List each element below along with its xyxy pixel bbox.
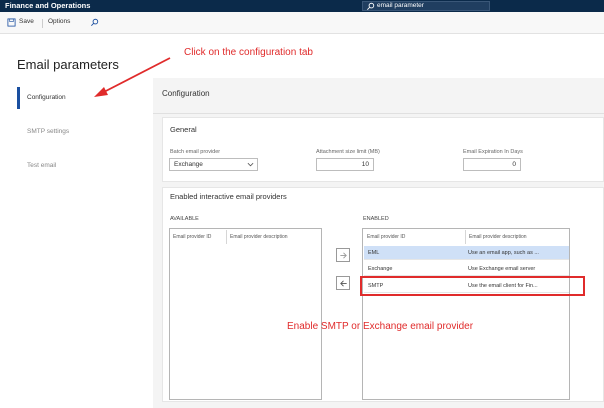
provider-description: Use an email app, such as ... [468,250,539,256]
find-icon[interactable] [90,18,99,27]
save-button-label: Save [19,18,34,25]
expiration-input[interactable]: 0 [463,158,521,171]
provider-id: Exchange [368,266,393,272]
app-title[interactable]: Finance and Operations [5,1,90,10]
table-row[interactable]: Exchange Use Exchange email server [364,262,569,276]
search-icon [367,2,375,10]
enabled-col-description[interactable]: Email provider description [469,234,527,240]
batch-provider-select[interactable]: Exchange [169,158,258,171]
provider-id: EML [368,250,380,256]
tab-test-email[interactable]: Test email [17,155,151,177]
available-label: AVAILABLE [170,216,199,222]
enabled-label: ENABLED [363,216,389,222]
arrow-right-icon [340,252,347,259]
enabled-grid[interactable]: Email provider ID Email provider descrip… [362,228,570,400]
tab-test-email-label: Test email [27,162,57,169]
expiration-value: 0 [512,161,516,168]
annotation-enable-provider: Enable SMTP or Exchange email provider [287,321,474,332]
search-box[interactable]: email parameter [362,1,490,11]
section-divider [153,113,604,114]
highlight-box [360,276,585,296]
available-col-id[interactable]: Email provider ID [173,234,211,240]
options-button[interactable]: Options [48,18,70,28]
tab-smtp-settings-label: SMTP settings [27,128,70,135]
top-nav-bar: Finance and Operations email parameter [0,0,604,12]
available-col-description[interactable]: Email provider description [230,234,288,240]
column-divider [226,230,227,244]
tab-configuration-label: Configuration [27,94,66,101]
attachment-size-input[interactable]: 10 [316,158,374,171]
provider-description: Use Exchange email server [468,266,536,272]
available-grid[interactable]: Email provider ID Email provider descrip… [169,228,322,400]
providers-title: Enabled interactive email providers [170,192,287,201]
selected-tab-indicator [17,87,20,109]
column-divider [465,230,466,244]
attachment-size-label: Attachment size limit (MB) [316,149,380,155]
tab-smtp-settings[interactable]: SMTP settings [17,121,151,143]
move-right-button[interactable] [336,248,350,262]
batch-provider-label: Batch email provider [170,149,221,155]
batch-provider-value: Exchange [174,161,203,168]
arrow-left-icon [340,280,347,287]
save-icon [7,18,16,27]
attachment-size-value: 10 [361,161,369,168]
general-title: General [170,125,197,134]
action-pane: Save Options [0,12,604,34]
annotation-click-tab: Click on the configuration tab [184,47,313,58]
enabled-col-id[interactable]: Email provider ID [367,234,405,240]
expiration-label: Email Expiration In Days [463,149,523,155]
table-row[interactable]: EML Use an email app, such as ... [364,246,569,260]
move-left-button[interactable] [336,276,350,290]
general-card [162,117,604,182]
annotation-arrow-icon [94,57,171,97]
search-input[interactable]: email parameter [377,2,424,9]
toolbar-divider [42,19,43,28]
chevron-down-icon [247,162,254,167]
